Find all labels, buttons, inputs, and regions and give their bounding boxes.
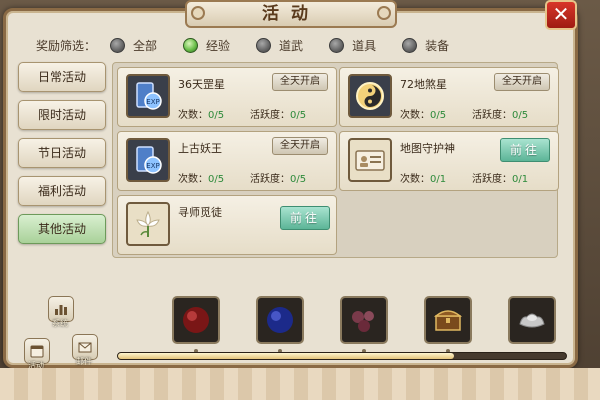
count-value: 0/5 (208, 110, 225, 121)
filter-option-label: 装备 (425, 38, 450, 53)
activity-list: EXP 36天罡星 全天开启 次数：0/5 活跃度：0/5 72地煞星 全天开启… (112, 62, 559, 258)
goto-button[interactable]: 前往 (500, 138, 550, 162)
activity-label: 活跃度： (472, 110, 512, 121)
count-label: 次数： (178, 110, 208, 121)
count-label: 次数： (178, 174, 208, 185)
activity-status-badge: 全天开启 (272, 73, 328, 91)
scroll-icon: EXP (126, 74, 170, 118)
radio-icon (329, 37, 345, 53)
lily-flower-icon (126, 202, 170, 246)
activity-card-ancient-demon-king[interactable]: EXP 上古妖王 全天开启 次数：0/5 活跃度：0/5 (117, 131, 337, 191)
activity-label: 活跃度： (250, 174, 290, 185)
filter-option-exp[interactable]: 经验 (183, 37, 230, 54)
filter-option-label: 经验 (206, 38, 231, 53)
activity-label: 活跃度： (250, 110, 290, 121)
activity-name: 72地煞星 (400, 78, 447, 91)
svg-text:EXP: EXP (146, 162, 159, 170)
activity-value: 0/5 (512, 110, 529, 121)
window-title: 活动 (262, 4, 320, 24)
filter-option-items[interactable]: 道具 (329, 37, 376, 54)
sidebar-item-welfare[interactable]: 福利活动 (18, 176, 106, 206)
activity-card-find-master[interactable]: 寻师觅徒 前往 (117, 195, 337, 255)
sidebar-item-other[interactable]: 其他活动 (18, 214, 106, 244)
title-plate: 活动 (185, 0, 397, 28)
activity-stat: 活跃度：0/5 (250, 170, 306, 185)
close-button[interactable]: ✕ (545, 0, 577, 30)
category-sidebar: 日常活动 限时活动 节日活动 福利活动 其他活动 (18, 62, 106, 252)
count-label: 次数： (400, 110, 430, 121)
silver-ingot-icon[interactable] (508, 296, 556, 344)
scroll-icon: EXP (126, 138, 170, 182)
activity-progress-bar (117, 352, 567, 360)
activity-stat: 活跃度：0/5 (250, 106, 306, 121)
activity-value: 0/5 (290, 110, 307, 121)
count-value: 0/5 (208, 174, 225, 185)
game-screen: 活动 ✕ 奖励筛选： 全部 经验 道武 道具 装备 日常活动 限时活动 节日活动… (0, 0, 600, 400)
activity-status-badge: 全天开启 (494, 73, 550, 91)
activity-stat: 活跃度：0/5 (472, 106, 528, 121)
sidebar-item-limited[interactable]: 限时活动 (18, 100, 106, 130)
count-stat: 次数：0/1 (400, 170, 446, 185)
radio-icon (110, 37, 126, 53)
activity-card-72-disha[interactable]: 72地煞星 全天开启 次数：0/5 活跃度：0/5 (339, 67, 559, 127)
radio-selected-icon (183, 37, 199, 53)
activity-name: 36天罡星 (178, 78, 225, 91)
activity-value: 0/5 (290, 174, 307, 185)
activity-label: 活跃度： (472, 174, 512, 185)
mail-button-label: 邮件 (76, 357, 92, 366)
id-card-icon (348, 138, 392, 182)
activity-name: 地图守护神 (400, 142, 455, 155)
title-ornament-left (191, 6, 205, 20)
filter-option-all[interactable]: 全部 (110, 37, 157, 54)
sidebar-item-daily[interactable]: 日常活动 (18, 62, 106, 92)
filter-option-label: 全部 (133, 38, 158, 53)
treasure-chest-icon[interactable] (424, 296, 472, 344)
activity-name: 寻师觅徒 (178, 206, 222, 219)
blue-orb-icon[interactable] (256, 296, 304, 344)
count-label: 次数： (400, 174, 430, 185)
gem-cluster-icon[interactable] (340, 296, 388, 344)
count-value: 0/1 (430, 174, 447, 185)
count-stat: 次数：0/5 (178, 170, 224, 185)
svg-text:EXP: EXP (146, 98, 159, 106)
title-ornament-right (377, 6, 391, 20)
yin-yang-icon (348, 74, 392, 118)
bottom-border-strip (0, 368, 600, 400)
radio-icon (402, 37, 418, 53)
filter-option-equipment[interactable]: 装备 (402, 37, 449, 54)
activity-stat: 活跃度：0/1 (472, 170, 528, 185)
reward-filter: 奖励筛选： 全部 经验 道武 道具 装备 (36, 35, 475, 55)
filter-option-label: 道具 (352, 38, 377, 53)
filter-option-daowu[interactable]: 道武 (256, 37, 303, 54)
activity-card-36-tiangang[interactable]: EXP 36天罡星 全天开启 次数：0/5 活跃度：0/5 (117, 67, 337, 127)
count-stat: 次数：0/5 (400, 106, 446, 121)
count-value: 0/5 (430, 110, 447, 121)
filter-option-label: 道武 (279, 38, 304, 53)
count-stat: 次数：0/5 (178, 106, 224, 121)
radio-icon (256, 37, 272, 53)
system-button-label: 系统 (52, 319, 68, 328)
activity-status-badge: 全天开启 (272, 137, 328, 155)
activity-value: 0/1 (512, 174, 529, 185)
goto-button[interactable]: 前往 (280, 206, 330, 230)
activity-name: 上古妖王 (178, 142, 222, 155)
sidebar-item-festival[interactable]: 节日活动 (18, 138, 106, 168)
activity-card-map-guardian[interactable]: 地图守护神 前往 次数：0/1 活跃度：0/1 (339, 131, 559, 191)
red-orb-icon[interactable] (172, 296, 220, 344)
activity-progress-fill (118, 353, 454, 359)
filter-label: 奖励筛选： (36, 38, 97, 53)
